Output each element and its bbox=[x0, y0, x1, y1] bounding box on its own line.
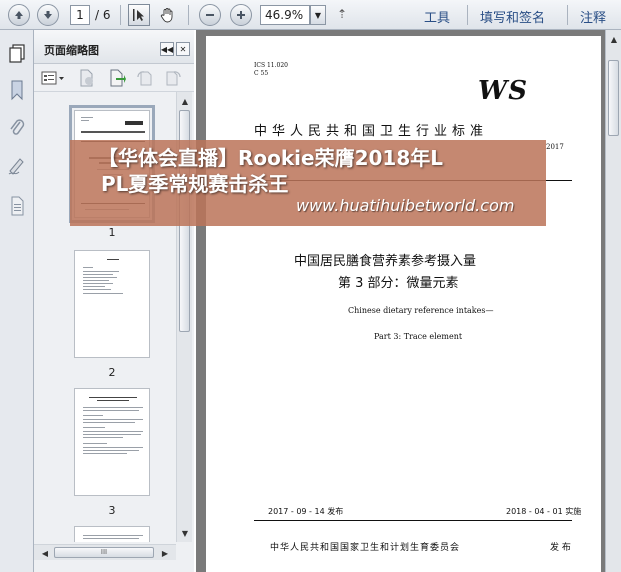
rotate-left-button[interactable] bbox=[136, 69, 154, 87]
document-icon bbox=[11, 196, 24, 216]
signature-pen-icon bbox=[8, 158, 24, 175]
options-menu-icon bbox=[41, 71, 64, 85]
hand-tool-button[interactable] bbox=[156, 4, 178, 26]
scroll-up-icon[interactable]: ▲ bbox=[178, 94, 192, 108]
overlay-headline-line-1: 【华体会直播】Rookie荣膺2018年L bbox=[98, 146, 444, 170]
delete-page-button[interactable] bbox=[78, 69, 96, 87]
delete-page-icon bbox=[80, 69, 93, 87]
page-number-input[interactable]: 1 bbox=[70, 5, 90, 25]
layers-button[interactable] bbox=[6, 194, 28, 218]
navigation-icon-strip bbox=[0, 30, 34, 572]
zoom-level-input[interactable]: 46.9% bbox=[260, 5, 310, 25]
standard-title: 中华人民共和国卫生行业标准 bbox=[254, 124, 489, 139]
collapse-panel-button[interactable]: ◀◀ bbox=[160, 42, 174, 56]
close-panel-button[interactable]: ✕ bbox=[176, 42, 190, 56]
select-tool-button[interactable] bbox=[128, 4, 150, 26]
scroll-down-icon[interactable]: ▼ bbox=[178, 526, 192, 540]
attachments-button[interactable] bbox=[6, 116, 28, 140]
insert-page-icon bbox=[110, 69, 126, 87]
document-view[interactable]: ICS 11.020 C 55 WS 中华人民共和国卫生行业标准 2017 中国… bbox=[196, 30, 621, 572]
toolbar-options-button[interactable]: ⇡ bbox=[337, 7, 347, 21]
thumbnail-page-label: 2 bbox=[108, 366, 116, 379]
scroll-up-icon[interactable]: ▲ bbox=[607, 32, 621, 46]
page-thumbnails-panel: 页面缩略图 ◀◀ ✕ 1 2 3 ▲ ▼ ◀ III ▶ bbox=[34, 30, 194, 572]
zoom-out-button[interactable] bbox=[199, 4, 221, 26]
thumbnail-horizontal-scrollbar[interactable]: ◀ III ▶ bbox=[34, 544, 176, 560]
zoom-out-icon bbox=[206, 14, 214, 16]
english-title-line-1: Chinese dietary reference intakes— bbox=[348, 306, 494, 315]
pages-icon bbox=[9, 44, 25, 63]
insert-page-button[interactable] bbox=[108, 69, 126, 87]
close-icon: ✕ bbox=[179, 44, 187, 54]
effective-date: 2018 - 04 - 01 实施 bbox=[506, 507, 582, 516]
thumbnail-page-label: 3 bbox=[108, 504, 116, 517]
english-title-line-2: Part 3: Trace element bbox=[374, 332, 463, 341]
comment-button[interactable]: 注释 bbox=[580, 7, 606, 26]
issue-label: 发 布 bbox=[550, 543, 571, 553]
scrollbar-thumb[interactable] bbox=[608, 60, 619, 136]
thumbnail-page-4[interactable] bbox=[74, 526, 150, 542]
panel-header: 页面缩略图 ◀◀ ✕ bbox=[34, 30, 194, 64]
rotate-right-icon bbox=[166, 71, 181, 86]
issuing-authority: 中华人民共和国国家卫生和计划生育委员会 bbox=[270, 543, 461, 553]
toolbar-divider bbox=[120, 5, 121, 25]
panel-title: 页面缩略图 bbox=[44, 44, 99, 57]
overlay-headline-line-2: PL夏季常规赛击杀王 bbox=[101, 172, 289, 196]
document-page: ICS 11.020 C 55 WS 中华人民共和国卫生行业标准 2017 中国… bbox=[206, 36, 601, 572]
thumbnail-page-2[interactable] bbox=[74, 250, 150, 358]
signatures-button[interactable] bbox=[6, 154, 28, 178]
page-total: / 6 bbox=[95, 8, 111, 22]
toolbar: 1 / 6 46.9% ▼ ⇡ 工具 填写和签名 注释 bbox=[0, 0, 621, 30]
paperclip-icon bbox=[10, 119, 25, 135]
rotate-left-icon bbox=[137, 71, 152, 86]
bookmark-icon bbox=[11, 80, 23, 101]
thumbnail-page-3[interactable] bbox=[74, 388, 150, 496]
ics-code: ICS 11.020 C 55 bbox=[254, 62, 288, 77]
promo-overlay-banner: 【华体会直播】Rookie荣膺2018年L PL夏季常规赛击杀王 www.hua… bbox=[70, 140, 546, 226]
thumbnail-page-label: 1 bbox=[108, 226, 116, 239]
toolbar-divider bbox=[467, 5, 468, 25]
fill-sign-button[interactable]: 填写和签名 bbox=[480, 7, 545, 26]
overlay-url: www.huatihuibetworld.com bbox=[296, 196, 515, 215]
arrow-down-icon bbox=[44, 11, 52, 19]
scrollbar-thumb[interactable]: III bbox=[54, 547, 154, 558]
chevron-down-icon: ▼ bbox=[314, 10, 322, 20]
chinese-title-line-2: 第 3 部分：微量元素 bbox=[338, 276, 459, 291]
panel-toolbar bbox=[34, 64, 194, 92]
zoom-in-button[interactable] bbox=[230, 4, 252, 26]
footer-divider bbox=[254, 520, 572, 521]
zoom-dropdown-button[interactable]: ▼ bbox=[310, 5, 326, 25]
scroll-left-icon[interactable]: ◀ bbox=[38, 546, 52, 560]
standard-year: 2017 bbox=[546, 143, 564, 151]
hand-icon bbox=[160, 8, 173, 23]
rotate-right-button[interactable] bbox=[164, 69, 182, 87]
publish-date: 2017 - 09 - 14 发布 bbox=[268, 507, 344, 516]
double-chevron-left-icon: ◀◀ bbox=[160, 44, 174, 54]
chinese-title-line-1: 中国居民膳食营养素参考摄入量 bbox=[294, 254, 477, 269]
toolbar-divider bbox=[567, 5, 568, 25]
arrow-up-icon bbox=[15, 11, 23, 19]
tools-button[interactable]: 工具 bbox=[424, 7, 450, 26]
page-thumbnails-button[interactable] bbox=[6, 42, 28, 66]
select-cursor-icon bbox=[133, 9, 144, 21]
thumbnail-options-button[interactable] bbox=[40, 69, 66, 87]
document-vertical-scrollbar[interactable]: ▲ bbox=[605, 30, 621, 572]
ws-logo: WS bbox=[478, 76, 528, 106]
toolbar-divider bbox=[188, 5, 189, 25]
previous-page-button[interactable] bbox=[8, 4, 30, 26]
next-page-button[interactable] bbox=[37, 4, 59, 26]
scroll-right-icon[interactable]: ▶ bbox=[158, 546, 172, 560]
zoom-in-icon bbox=[237, 11, 245, 19]
bookmarks-button[interactable] bbox=[6, 78, 28, 102]
